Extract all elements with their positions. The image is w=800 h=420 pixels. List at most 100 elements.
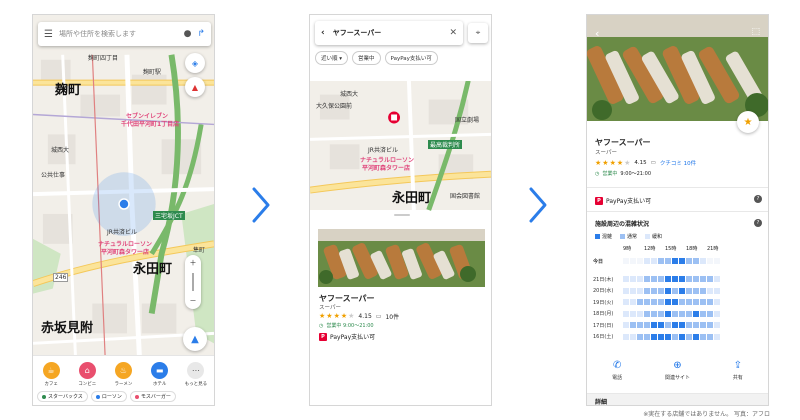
compass-icon: ▲	[191, 82, 199, 92]
zoom-out-button[interactable]: －	[190, 296, 197, 306]
chip-label: ローソン	[101, 394, 122, 400]
category-label: ホテル	[152, 382, 167, 387]
heatmap-cell	[665, 287, 671, 294]
help-icon[interactable]: ?	[754, 219, 762, 227]
heatmap-cell	[672, 322, 678, 328]
heatmap-cell	[623, 299, 629, 305]
category-list: ☕ カフェ ⌂ コンビニ ♨ ラーメン ▬ ホテル ⋯ もっと見る	[33, 356, 214, 387]
share-top-icon[interactable]: ⬚	[751, 27, 760, 37]
favorite-button[interactable]: ★	[737, 111, 759, 133]
filter-chip[interactable]: 営業中	[352, 51, 381, 65]
map-label: 麹町駅	[143, 69, 162, 76]
heatmap-cell	[672, 299, 678, 305]
drag-handle[interactable]	[394, 214, 410, 216]
map-label: JR共済ビル	[368, 147, 398, 154]
phone-icon: ✆	[612, 360, 622, 371]
heatmap-cell	[714, 276, 720, 282]
heatmap-cell	[693, 333, 699, 340]
heatmap-cell	[665, 258, 671, 264]
category-hotel[interactable]: ▬ ホテル	[145, 362, 175, 387]
day-row: 21日(木)	[593, 276, 720, 283]
clear-icon[interactable]: ✕	[449, 28, 457, 38]
back-arrow-icon[interactable]: ‹	[595, 27, 599, 40]
mic-icon[interactable]: ●	[184, 29, 192, 39]
search-query[interactable]: ヤフースーパー	[333, 28, 442, 38]
hours-text: 営業中 9:00〜21:00	[326, 323, 374, 329]
day-row: 18日(月)	[593, 310, 720, 317]
map-label-lawson-2: 平河町森タワー店	[101, 249, 150, 256]
action-globe[interactable]: ⊕ 関連サイト	[657, 360, 697, 381]
crowd-section: 施設周辺の混雑状況 ? 混雑 通常 緩和 9時 12時 15時 18時 21時 今日 21日(…	[587, 211, 768, 351]
heatmap-cell	[700, 310, 706, 317]
payment-text: PayPay支払い可	[606, 198, 652, 205]
detail-section: 詳細	[587, 393, 768, 405]
chip-dot-icon	[42, 394, 46, 399]
quick-search-chip[interactable]: スターバックス	[37, 391, 88, 402]
store-icon: ⌂	[78, 362, 96, 379]
filter-chips: 近い順 ▾ 営業中 PayPay支払い可	[315, 51, 438, 65]
heatmap-cell	[672, 276, 678, 282]
axis-tick-label: 18時	[686, 246, 698, 252]
category-ramen[interactable]: ♨ ラーメン	[108, 362, 138, 387]
filter-chip[interactable]: PayPay支払い可	[384, 51, 438, 65]
map-toggle-button[interactable]: ⌖	[468, 23, 488, 43]
heatmap-cell	[693, 287, 699, 294]
help-icon[interactable]: ?	[754, 195, 762, 203]
hours-row: ◷ 営業中 9:00〜21:00	[319, 322, 374, 330]
filter-chip[interactable]: 近い順 ▾	[315, 51, 349, 65]
category-label: カフェ	[44, 382, 58, 387]
store-photo[interactable]	[318, 229, 485, 287]
heatmap-cell	[644, 299, 650, 305]
rating-stars: ★ ★ ★ ★ ★	[595, 158, 631, 167]
category-coffee[interactable]: ☕ カフェ	[36, 362, 66, 387]
heatmap-cell	[651, 299, 657, 305]
heatmap-cell	[637, 299, 643, 305]
heatmap-cell	[644, 322, 650, 328]
search-input[interactable]: 場所や住所を検索します	[59, 29, 178, 39]
heatmap-cell	[686, 322, 692, 328]
heatmap-cell	[679, 310, 685, 317]
search-query-box[interactable]: ‹ ヤフースーパー ✕	[315, 21, 463, 45]
heatmap-cell	[707, 276, 713, 282]
heatmap-cell	[630, 258, 636, 264]
heatmap-cell	[686, 310, 692, 317]
result-category: スーパー	[319, 305, 341, 311]
zoom-in-button[interactable]: ＋	[190, 258, 197, 268]
category-more[interactable]: ⋯ もっと見る	[181, 362, 211, 387]
route-icon[interactable]: ↱	[197, 29, 205, 39]
legend-swatch	[620, 234, 626, 239]
category-store[interactable]: ⌂ コンビニ	[72, 362, 102, 387]
result-card[interactable]: ヤフースーパー スーパー ★ ★ ★ ★ ★ 4.15 ▭ 10件 ◷ 営業中 9:00…	[310, 211, 491, 405]
back-arrow-icon[interactable]: ‹	[321, 28, 325, 38]
map-label-jct: 最高裁判所	[428, 140, 463, 149]
rating-value: 4.15	[358, 313, 372, 320]
map-pin-icon: ⌖	[475, 28, 481, 37]
zoom-slider[interactable]	[192, 273, 194, 291]
heatmap-cell	[672, 333, 678, 340]
search-bar[interactable]: ☰ 場所や住所を検索します ● ↱	[38, 22, 211, 46]
zoom-control[interactable]: ＋ －	[185, 255, 201, 309]
map-label-akasaka: 赤坂見附	[41, 321, 94, 336]
heatmap-cell	[714, 333, 720, 340]
menu-icon[interactable]: ☰	[44, 29, 53, 40]
action-share[interactable]: ⇪ 共有	[718, 360, 758, 381]
store-hero-photo[interactable]	[587, 15, 768, 121]
heatmap-cell	[665, 322, 671, 328]
review-link[interactable]: クチコミ 10件	[660, 159, 696, 167]
axis-tick-label: 21時	[707, 246, 719, 252]
category-label: ラーメン	[114, 382, 133, 387]
current-location-button[interactable]: ▲	[183, 327, 207, 351]
heatmap-cell	[686, 299, 692, 305]
action-phone[interactable]: ✆ 電話	[597, 360, 637, 381]
quick-search-chip[interactable]: ローソン	[90, 391, 127, 402]
compass-button[interactable]: ▲	[185, 77, 205, 97]
quick-search-chip[interactable]: モスバーガー	[129, 391, 176, 402]
chip-label: モスバーガー	[140, 394, 171, 400]
map-label: 城西大	[51, 147, 70, 154]
heatmap-cell	[623, 310, 629, 317]
heatmap-cell	[693, 310, 699, 317]
axis-tick-label: 12時	[644, 246, 656, 252]
layers-button[interactable]: ◈	[185, 53, 205, 73]
heatmap-cell	[686, 333, 692, 340]
crowd-legend: 混雑 通常 緩和	[595, 233, 662, 240]
